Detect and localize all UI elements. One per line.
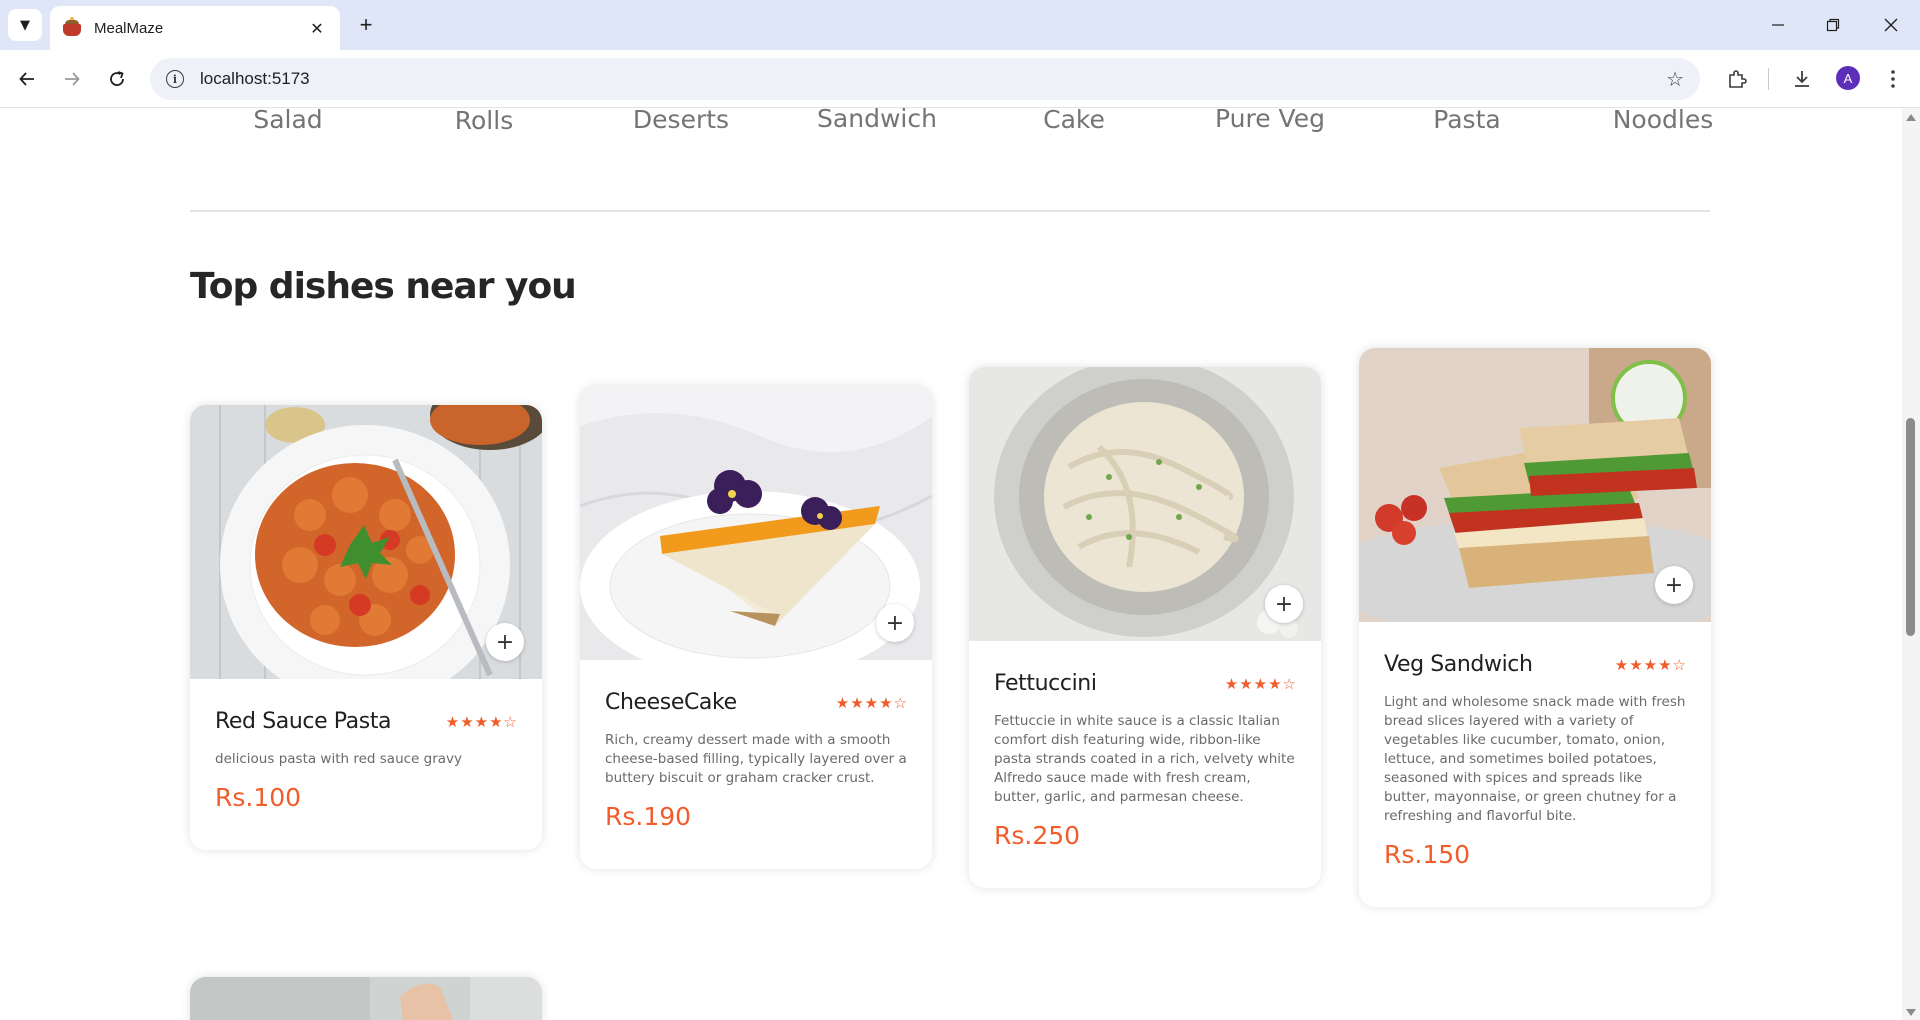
rating-stars-icon: ★★★★☆ (445, 712, 518, 731)
add-to-cart-button[interactable]: + (1265, 585, 1303, 623)
dish-price: Rs.150 (1384, 840, 1471, 869)
browser-toolbar: i localhost:5173 ☆ (0, 50, 1920, 108)
category-salad[interactable]: Salad (190, 108, 386, 134)
dish-name: Red Sauce Pasta (215, 709, 392, 734)
forward-button[interactable] (57, 64, 87, 94)
minimize-icon (1772, 24, 1784, 26)
category-deserts[interactable]: Deserts (583, 108, 779, 134)
category-noodles[interactable]: Noodles (1565, 108, 1761, 134)
arrow-right-icon (65, 72, 80, 86)
dish-card-partial[interactable] (190, 977, 542, 1020)
rating-stars-icon: ★★★★☆ (1614, 655, 1687, 674)
category-pasta[interactable]: Pasta (1369, 108, 1565, 134)
dish-image-cheesecake: + (580, 386, 932, 660)
dish-name: CheeseCake (605, 690, 737, 715)
plus-icon: + (885, 610, 905, 636)
dish-name: Fettuccini (994, 671, 1097, 696)
profile-avatar[interactable]: A (1836, 66, 1860, 90)
category-rolls[interactable]: Rolls (386, 108, 582, 135)
category-sandwich[interactable]: Sandwich (779, 108, 975, 133)
url-text[interactable]: localhost:5173 (200, 69, 1666, 89)
dish-image-veg-sandwich: + (1359, 348, 1711, 622)
bookmark-star-icon[interactable]: ☆ (1666, 67, 1684, 91)
kebab-menu-icon (1891, 70, 1895, 88)
dish-image-red-sauce-pasta: + (190, 405, 542, 679)
category-cake[interactable]: Cake (976, 108, 1172, 134)
restore-button[interactable] (1818, 10, 1848, 40)
arrow-left-icon (19, 72, 34, 86)
restore-icon (1826, 18, 1840, 32)
scroll-down-arrow-icon[interactable] (1906, 1009, 1916, 1016)
dish-card[interactable]: + Veg Sandwich ★★★★☆ Light and wholesome… (1359, 348, 1711, 907)
tab-strip: ▼ MealMaze ✕ + (0, 0, 1920, 50)
tab-title: MealMaze (94, 19, 164, 37)
rating-stars-icon: ★★★★☆ (1224, 674, 1297, 693)
close-icon (1884, 18, 1898, 32)
site-info-icon[interactable]: i (166, 70, 184, 88)
dish-card[interactable]: + Fettuccini ★★★★☆ Fettuccie in white sa… (969, 367, 1321, 888)
dish-price: Rs.190 (605, 802, 692, 831)
tab-search-button[interactable]: ▼ (8, 9, 42, 41)
close-window-button[interactable] (1876, 10, 1906, 40)
section-title: Top dishes near you (190, 266, 577, 307)
dish-card[interactable]: + CheeseCake ★★★★☆ Rich, creamy dessert … (580, 386, 932, 869)
new-tab-button[interactable]: + (352, 11, 380, 39)
download-icon (1795, 71, 1809, 87)
category-menu: Salad Rolls Deserts Sandwich Cake Pure V… (190, 108, 1713, 138)
downloads-button[interactable] (1787, 64, 1817, 94)
scroll-thumb[interactable] (1906, 418, 1915, 636)
address-bar[interactable]: i localhost:5173 ☆ (150, 58, 1700, 100)
category-pure-veg[interactable]: Pure Veg (1172, 108, 1368, 133)
dish-description: Rich, creamy dessert made with a smooth … (605, 732, 907, 786)
dish-price: Rs.100 (215, 783, 302, 812)
puzzle-icon (1729, 70, 1747, 88)
chevron-down-icon: ▼ (20, 17, 30, 33)
add-to-cart-button[interactable]: + (1655, 566, 1693, 604)
extensions-button[interactable] (1722, 64, 1752, 94)
close-icon[interactable]: ✕ (306, 19, 328, 38)
dish-price: Rs.250 (994, 821, 1081, 850)
mealmaze-favicon-icon (62, 17, 82, 38)
dish-name: Veg Sandwich (1384, 652, 1533, 677)
page-viewport: Salad Rolls Deserts Sandwich Cake Pure V… (0, 108, 1902, 1020)
dish-card[interactable]: + Red Sauce Pasta ★★★★☆ delicious pasta … (190, 405, 542, 850)
plus-icon: + (359, 12, 373, 37)
reload-icon (110, 71, 124, 86)
dish-description: delicious pasta with red sauce gravy (215, 751, 463, 767)
back-button[interactable] (12, 64, 42, 94)
dish-image-fettuccini: + (969, 367, 1321, 641)
active-tab[interactable]: MealMaze ✕ (50, 6, 340, 50)
rating-stars-icon: ★★★★☆ (835, 693, 908, 712)
section-divider (190, 210, 1710, 212)
dish-description: Fettuccie in white sauce is a classic It… (994, 713, 1295, 805)
dish-description: Light and wholesome snack made with fres… (1384, 694, 1686, 824)
add-to-cart-button[interactable]: + (486, 623, 524, 661)
add-to-cart-button[interactable]: + (876, 604, 914, 642)
dish-image-partial (190, 977, 542, 1020)
toolbar-divider (1768, 68, 1769, 90)
page-scrollbar[interactable] (1902, 108, 1920, 1020)
reload-button[interactable] (102, 64, 132, 94)
scroll-up-arrow-icon[interactable] (1906, 114, 1916, 121)
plus-icon: + (495, 629, 515, 655)
plus-icon: + (1274, 591, 1294, 617)
plus-icon: + (1664, 572, 1684, 598)
minimize-button[interactable] (1763, 10, 1793, 40)
menu-button[interactable] (1878, 64, 1908, 94)
